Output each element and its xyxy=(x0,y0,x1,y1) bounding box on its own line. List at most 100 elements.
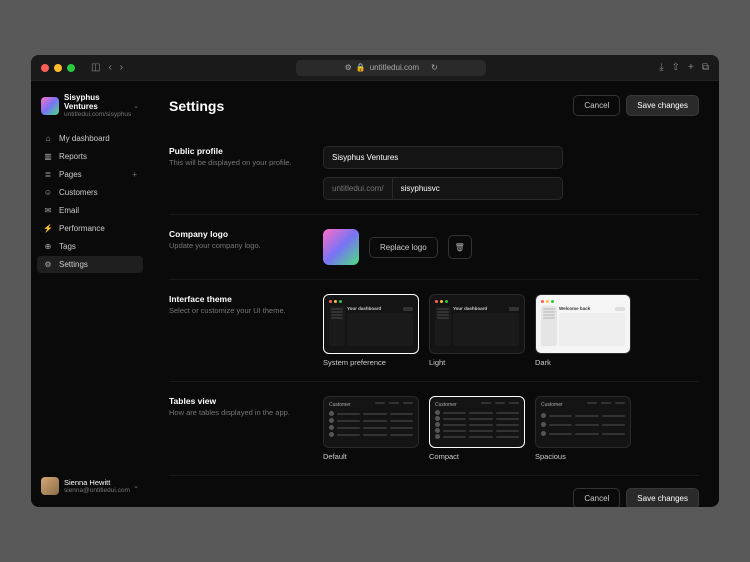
theme-option-dark: Welcome back Dark xyxy=(535,294,631,367)
address-bar[interactable]: ⚙ 🔒 untitledui.com ↻ xyxy=(296,60,486,76)
maximize-window[interactable] xyxy=(67,64,75,72)
window-controls xyxy=(41,64,75,72)
forward-icon[interactable]: › xyxy=(120,62,123,73)
delete-logo-button[interactable]: 🗑 xyxy=(448,235,472,259)
logo-preview xyxy=(323,229,359,265)
content: Sisyphus Ventures untitledui.com/sisyphu… xyxy=(31,81,719,507)
table-label: Default xyxy=(323,452,419,461)
section-desc: Update your company logo. xyxy=(169,241,299,250)
slug-input[interactable] xyxy=(393,178,562,199)
table-option-spacious: Customer Spacious xyxy=(535,396,631,461)
new-tab-icon[interactable]: + xyxy=(688,62,694,73)
save-button[interactable]: Save changes xyxy=(626,488,699,507)
main: Settings Cancel Save changes Public prof… xyxy=(149,81,719,507)
table-card-default[interactable]: Customer xyxy=(323,396,419,448)
sidebar-item-pages[interactable]: ≣ Pages + xyxy=(37,166,143,183)
nav-label: My dashboard xyxy=(59,134,110,143)
tabs-icon[interactable]: ⧉ xyxy=(702,62,709,73)
sidebar-item-performance[interactable]: ⚡ Performance xyxy=(37,220,143,237)
section-desc: How are tables displayed in the app. xyxy=(169,408,299,417)
org-switcher[interactable]: Sisyphus Ventures untitledui.com/sisyphu… xyxy=(37,89,143,122)
sidebar-item-email[interactable]: ✉ Email xyxy=(37,202,143,219)
minimize-window[interactable] xyxy=(54,64,62,72)
section-title: Tables view xyxy=(169,396,299,406)
refresh-icon[interactable]: ↻ xyxy=(431,63,438,72)
chevron-down-icon: ⌄ xyxy=(133,482,139,490)
nav-label: Performance xyxy=(59,224,105,233)
theme-card-dark[interactable]: Welcome back xyxy=(535,294,631,354)
table-label: Spacious xyxy=(535,452,631,461)
home-icon: ⌂ xyxy=(43,134,53,143)
footer-actions: Cancel Save changes xyxy=(169,488,699,507)
org-url: untitledui.com/sisyphus xyxy=(64,111,128,118)
page-title: Settings xyxy=(169,98,224,114)
logo-row: Replace logo 🗑 xyxy=(323,229,699,265)
theme-option-system: Your dashboard System preference xyxy=(323,294,419,367)
share-icon[interactable]: ⇧ xyxy=(672,62,680,73)
theme-label: Light xyxy=(429,358,525,367)
section-label: Tables view How are tables displayed in … xyxy=(169,396,299,461)
mail-icon: ✉ xyxy=(43,206,53,215)
back-icon[interactable]: ‹ xyxy=(108,62,111,73)
browser-window: ◫ ‹ › ⚙ 🔒 untitledui.com ↻ ⤓ ⇧ + ⧉ Sisyp… xyxy=(31,55,719,507)
theme-options: Your dashboard System preference xyxy=(323,294,699,367)
theme-option-light: Your dashboard Light xyxy=(429,294,525,367)
save-button[interactable]: Save changes xyxy=(626,95,699,116)
user-name: Sienna Hewitt xyxy=(64,478,128,487)
section-label: Company logo Update your company logo. xyxy=(169,229,299,265)
section-desc: Select or customize your UI theme. xyxy=(169,306,299,315)
nav-label: Settings xyxy=(59,260,88,269)
url-text: untitledui.com xyxy=(370,63,419,72)
sidebar-toggle-icon[interactable]: ◫ xyxy=(91,62,100,73)
theme-card-system[interactable]: Your dashboard xyxy=(323,294,419,354)
titlebar-nav: ◫ ‹ › xyxy=(91,62,123,73)
sidebar: Sisyphus Ventures untitledui.com/sisyphu… xyxy=(31,81,149,507)
nav-label: Email xyxy=(59,206,79,215)
lock-icon: 🔒 xyxy=(356,63,366,72)
shield-icon: ⚙ xyxy=(345,63,352,72)
layers-icon: ≣ xyxy=(43,170,53,179)
cancel-button[interactable]: Cancel xyxy=(573,488,620,507)
sidebar-item-settings[interactable]: ⚙ Settings xyxy=(37,256,143,273)
table-option-compact: Customer Compact xyxy=(429,396,525,461)
titlebar-right: ⤓ ⇧ + ⧉ xyxy=(659,62,709,73)
user-email: sienna@untitledui.com xyxy=(64,487,128,494)
titlebar: ◫ ‹ › ⚙ 🔒 untitledui.com ↻ ⤓ ⇧ + ⧉ xyxy=(31,55,719,81)
section-title: Interface theme xyxy=(169,294,299,304)
bar-chart-icon: ▥ xyxy=(43,152,53,161)
download-icon[interactable]: ⤓ xyxy=(659,62,663,73)
section-title: Company logo xyxy=(169,229,299,239)
table-card-compact[interactable]: Customer xyxy=(429,396,525,448)
zap-icon: ⚡ xyxy=(43,224,53,233)
section-tables: Tables view How are tables displayed in … xyxy=(169,382,699,476)
plus-icon[interactable]: + xyxy=(132,170,137,179)
table-label: Compact xyxy=(429,452,525,461)
trash-icon: 🗑 xyxy=(455,243,465,252)
sidebar-item-customers[interactable]: ☺ Customers xyxy=(37,184,143,201)
header-actions: Cancel Save changes xyxy=(573,95,699,116)
user-info: Sienna Hewitt sienna@untitledui.com xyxy=(64,478,128,494)
cancel-button[interactable]: Cancel xyxy=(573,95,620,116)
company-name-input[interactable] xyxy=(323,146,563,169)
org-name: Sisyphus Ventures xyxy=(64,93,128,111)
sidebar-item-reports[interactable]: ▥ Reports xyxy=(37,148,143,165)
replace-logo-button[interactable]: Replace logo xyxy=(369,237,438,258)
sidebar-item-tags[interactable]: ⊕ Tags xyxy=(37,238,143,255)
theme-card-light[interactable]: Your dashboard xyxy=(429,294,525,354)
user-menu[interactable]: Sienna Hewitt sienna@untitledui.com ⌄ xyxy=(37,473,143,499)
table-option-default: Customer Default xyxy=(323,396,419,461)
table-card-spacious[interactable]: Customer xyxy=(535,396,631,448)
section-body: Replace logo 🗑 xyxy=(323,229,699,265)
section-label: Interface theme Select or customize your… xyxy=(169,294,299,367)
nav-label: Tags xyxy=(59,242,76,251)
url-prefix: untitledui.com/ xyxy=(324,178,393,199)
mini-label: Welcome back xyxy=(559,306,590,311)
address-bar-wrap: ⚙ 🔒 untitledui.com ↻ xyxy=(129,60,653,76)
tag-icon: ⊕ xyxy=(43,242,53,251)
theme-label: System preference xyxy=(323,358,419,367)
close-window[interactable] xyxy=(41,64,49,72)
gear-icon: ⚙ xyxy=(43,260,53,269)
section-theme: Interface theme Select or customize your… xyxy=(169,280,699,382)
sidebar-item-dashboard[interactable]: ⌂ My dashboard xyxy=(37,130,143,147)
nav: ⌂ My dashboard ▥ Reports ≣ Pages + ☺ Cus… xyxy=(37,130,143,273)
